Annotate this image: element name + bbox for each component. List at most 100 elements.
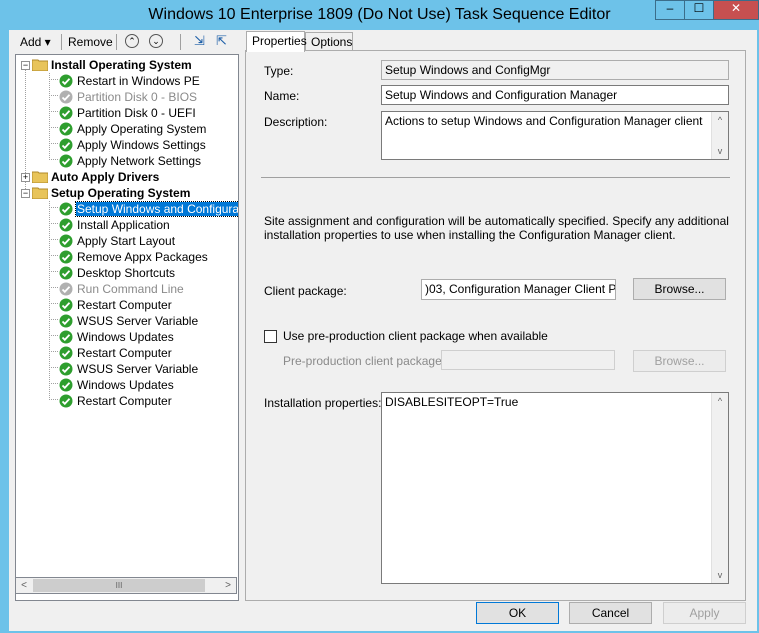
preprod-checkbox[interactable] (264, 330, 277, 343)
tree-step-label: Restart Computer (77, 298, 172, 312)
tree-step[interactable]: Windows Updates (16, 377, 236, 393)
remove-button[interactable]: Remove (68, 35, 113, 49)
ok-button[interactable]: OK (476, 602, 559, 624)
toolbar-separator (180, 34, 181, 50)
properties-panel: Type: Setup Windows and ConfigMgr Name: … (245, 50, 746, 601)
window-title: Windows 10 Enterprise 1809 (Do Not Use) … (148, 6, 611, 23)
tree-step-selected[interactable]: Setup Windows and Configuration (16, 201, 238, 217)
folder-icon (32, 171, 48, 183)
tree-step[interactable]: Windows Updates (16, 329, 236, 345)
minimize-button[interactable]: – (655, 0, 685, 20)
tree-step-label: Apply Operating System (77, 122, 207, 136)
tab-options[interactable]: Options (305, 32, 353, 51)
step-check-icon (59, 298, 73, 312)
tree-step[interactable]: Partition Disk 0 - BIOS (16, 89, 236, 105)
tree-horizontal-scrollbar[interactable]: < III > (15, 577, 237, 594)
expand-toggle-icon[interactable]: + (21, 173, 30, 182)
description-scrollbar[interactable]: ^ v (711, 112, 728, 159)
scroll-thumb[interactable]: III (33, 579, 205, 592)
scroll-up-button[interactable]: ^ (712, 112, 728, 128)
window-frame: Windows 10 Enterprise 1809 (Do Not Use) … (0, 0, 759, 633)
tree-step-label: Run Command Line (77, 282, 184, 296)
collapse-all-icon[interactable]: ⇱ (216, 33, 227, 49)
tree-step[interactable]: Remove Appx Packages (16, 249, 236, 265)
collapse-toggle-icon[interactable]: − (21, 61, 30, 70)
step-check-icon (59, 362, 73, 376)
tree-group-label: Install Operating System (51, 58, 192, 72)
toolbar-separator (116, 34, 117, 50)
move-down-icon[interactable]: ⌄ (149, 34, 163, 48)
tree-step[interactable]: Restart in Windows PE (16, 73, 236, 89)
cancel-button[interactable]: Cancel (569, 602, 652, 624)
tree-step-label: Restart Computer (77, 394, 172, 408)
step-check-icon (59, 250, 73, 264)
close-button[interactable]: ✕ (713, 0, 759, 20)
step-check-icon (59, 122, 73, 136)
preprod-browse-button[interactable]: Browse... (633, 350, 726, 372)
installation-properties-scrollbar[interactable]: ^ v (711, 393, 728, 583)
tree-group-setup-os[interactable]: − Setup Operating System (16, 185, 236, 201)
description-textarea[interactable]: Actions to setup Windows and Configurati… (381, 111, 729, 160)
tree-step[interactable]: Apply Operating System (16, 121, 236, 137)
step-check-icon (59, 394, 73, 408)
installation-properties-text: DISABLESITEOPT=True (385, 395, 519, 409)
tree-step-label: Apply Start Layout (77, 234, 176, 248)
tree-step[interactable]: WSUS Server Variable (16, 361, 236, 377)
name-input[interactable]: Setup Windows and Configuration Manager (381, 85, 729, 105)
tree-group-label: Auto Apply Drivers (51, 170, 160, 184)
step-check-icon (59, 346, 73, 360)
tree-step-label: Apply Windows Settings (77, 138, 206, 152)
tree-step[interactable]: Desktop Shortcuts (16, 265, 236, 281)
tree-group-auto-apply-drivers[interactable]: + Auto Apply Drivers (16, 169, 236, 185)
collapse-toggle-icon[interactable]: − (21, 189, 30, 198)
expand-all-icon[interactable]: ⇲ (194, 33, 205, 49)
step-check-icon (59, 138, 73, 152)
tree-group-install-os[interactable]: − Install Operating System (16, 57, 236, 73)
tree-step[interactable]: Run Command Line (16, 281, 236, 297)
installation-properties-textarea[interactable]: DISABLESITEOPT=True ^ v (381, 392, 729, 584)
scroll-down-button[interactable]: v (712, 143, 728, 159)
tree-step-label: Apply Network Settings (77, 154, 202, 168)
tree-step-label: Setup Windows and Configuration (74, 201, 238, 217)
client-package-label: Client package: (264, 284, 347, 298)
add-menu-button[interactable]: Add ▾ (20, 35, 51, 49)
tree-step[interactable]: Install Application (16, 217, 236, 233)
toolbar-separator (61, 34, 62, 50)
apply-button[interactable]: Apply (663, 602, 746, 624)
tree-step[interactable]: Partition Disk 0 - UEFI (16, 105, 236, 121)
step-check-icon (59, 330, 73, 344)
tree-step-label: Partition Disk 0 - BIOS (77, 90, 198, 104)
task-sequence-tree[interactable]: − Install Operating System + Auto Apply … (15, 54, 239, 601)
step-check-icon (59, 202, 73, 216)
info-line-1: Site assignment and configuration will b… (264, 214, 729, 228)
installation-properties-label: Installation properties: (264, 396, 382, 410)
step-check-icon (59, 234, 73, 248)
tab-properties[interactable]: Properties (246, 31, 307, 52)
browse-button[interactable]: Browse... (633, 278, 726, 300)
tree-step[interactable]: WSUS Server Variable (16, 313, 236, 329)
step-check-icon (59, 266, 73, 280)
step-check-icon (59, 314, 73, 328)
tree-step-label: Install Application (77, 218, 170, 232)
step-check-icon (59, 154, 73, 168)
move-up-icon[interactable]: ⌃ (125, 34, 139, 48)
folder-icon (32, 59, 48, 71)
tree-group-label: Setup Operating System (51, 186, 191, 200)
preprod-checkbox-label: Use pre-production client package when a… (283, 329, 548, 343)
scroll-up-button[interactable]: ^ (712, 393, 728, 409)
description-label: Description: (264, 115, 328, 129)
tree-step-label: Remove Appx Packages (77, 250, 208, 264)
tree-step[interactable]: Apply Network Settings (16, 153, 236, 169)
tree-step[interactable]: Restart Computer (16, 393, 236, 409)
maximize-button[interactable]: ☐ (684, 0, 714, 20)
tree-step[interactable]: Apply Windows Settings (16, 137, 236, 153)
tree-step[interactable]: Restart Computer (16, 345, 236, 361)
scroll-left-button[interactable]: < (16, 578, 32, 593)
scroll-right-button[interactable]: > (220, 578, 236, 593)
tree-step[interactable]: Apply Start Layout (16, 233, 236, 249)
tree-step[interactable]: Restart Computer (16, 297, 236, 313)
scroll-down-button[interactable]: v (712, 567, 728, 583)
description-text: Actions to setup Windows and Configurati… (385, 114, 703, 128)
info-line-2: installation properties to use when inst… (264, 228, 676, 242)
tree-toolbar: Add ▾ Remove ⌃ ⌄ ⇲ ⇱ (9, 30, 241, 54)
